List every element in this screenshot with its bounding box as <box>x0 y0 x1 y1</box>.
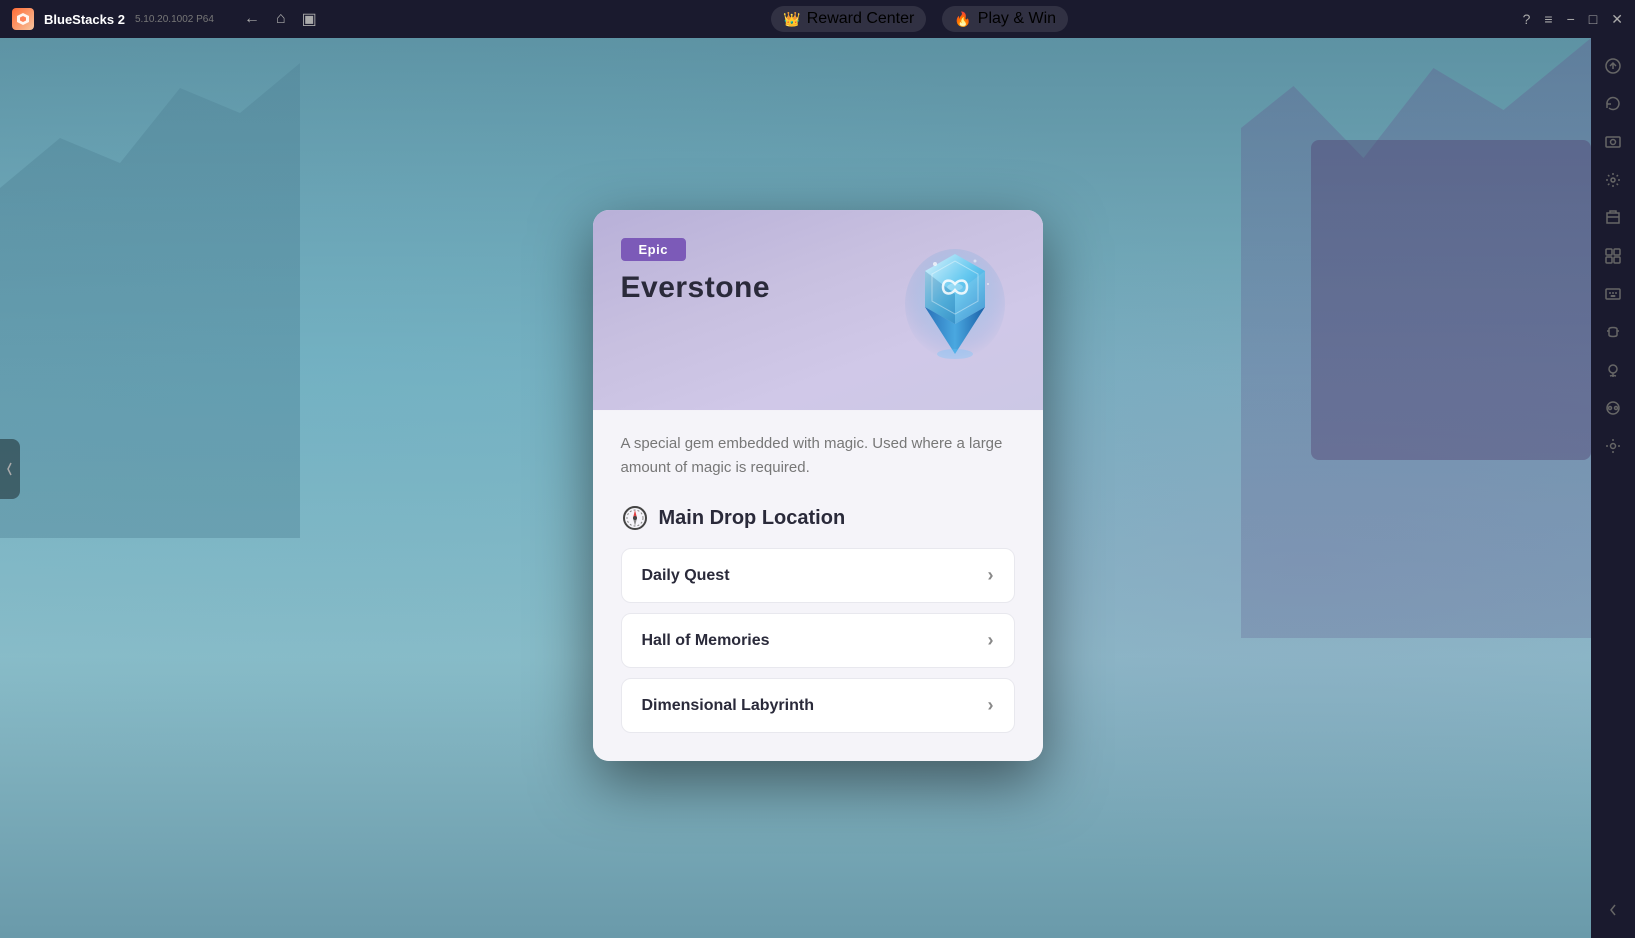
titlebar-right: ? ≡ − □ ✕ <box>1523 11 1623 28</box>
menu-button[interactable]: ≡ <box>1544 11 1552 27</box>
minimize-button[interactable]: − <box>1567 11 1575 27</box>
card-header: Epic Everstone <box>593 210 1043 410</box>
location-name-2: Dimensional Labyrinth <box>642 697 814 715</box>
sidebar-icon-5[interactable] <box>1595 200 1631 236</box>
drop-location-header: Main Drop Location <box>621 504 1015 532</box>
location-list: Daily Quest › Hall of Memories › Dimensi… <box>621 548 1015 733</box>
flame-icon: 🔥 <box>954 11 971 28</box>
location-name-1: Hall of Memories <box>642 632 770 650</box>
titlebar-center: 👑 Reward Center 🔥 Play & Win <box>771 6 1068 32</box>
play-and-win-button[interactable]: 🔥 Play & Win <box>942 6 1068 32</box>
chevron-right-icon-0: › <box>988 565 994 586</box>
bg-panel-right <box>1311 140 1591 460</box>
card-backdrop: Epic Everstone <box>593 210 1043 761</box>
item-card: Epic Everstone <box>593 210 1043 761</box>
play-and-win-label: Play & Win <box>978 10 1056 28</box>
location-item-2[interactable]: Dimensional Labyrinth › <box>621 678 1015 733</box>
sidebar-icon-4[interactable] <box>1595 162 1631 198</box>
location-item-0[interactable]: Daily Quest › <box>621 548 1015 603</box>
sidebar-icon-collapse[interactable] <box>1595 892 1631 928</box>
compass-icon <box>621 504 649 532</box>
back-button[interactable]: ← <box>244 10 260 28</box>
reward-center-button[interactable]: 👑 Reward Center <box>771 6 926 32</box>
left-sidebar-toggle[interactable] <box>0 439 20 499</box>
chevron-right-icon-1: › <box>988 630 994 651</box>
rarity-badge: Epic <box>621 238 686 261</box>
maximize-button[interactable]: □ <box>1589 11 1597 27</box>
right-sidebar <box>1591 38 1635 938</box>
sidebar-icon-9[interactable] <box>1595 352 1631 388</box>
sidebar-icon-2[interactable] <box>1595 86 1631 122</box>
home-button[interactable]: ⌂ <box>276 10 286 28</box>
sidebar-icon-6[interactable] <box>1595 238 1631 274</box>
item-gem-icon <box>895 234 1015 374</box>
sidebar-icon-7[interactable] <box>1595 276 1631 312</box>
reward-center-label: Reward Center <box>807 10 915 28</box>
sidebar-icon-10[interactable] <box>1595 390 1631 426</box>
version-label: 5.10.20.1002 P64 <box>135 14 214 25</box>
card-body: A special gem embedded with magic. Used … <box>593 410 1043 761</box>
bluestacks-logo <box>12 8 34 30</box>
location-item-1[interactable]: Hall of Memories › <box>621 613 1015 668</box>
titlebar-nav: ← ⌂ ▣ <box>244 9 317 29</box>
sidebar-icon-1[interactable] <box>1595 48 1631 84</box>
help-button[interactable]: ? <box>1523 11 1531 27</box>
chevron-right-icon-2: › <box>988 695 994 716</box>
drop-location-title: Main Drop Location <box>659 507 846 530</box>
close-button[interactable]: ✕ <box>1611 11 1623 28</box>
item-description: A special gem embedded with magic. Used … <box>621 432 1015 480</box>
crown-icon: 👑 <box>783 11 800 28</box>
titlebar: BlueStacks 2 5.10.20.1002 P64 ← ⌂ ▣ 👑 Re… <box>0 0 1635 38</box>
titlebar-left: BlueStacks 2 5.10.20.1002 P64 ← ⌂ ▣ <box>12 8 317 30</box>
app-name: BlueStacks 2 <box>44 12 125 27</box>
sidebar-icon-settings[interactable] <box>1595 428 1631 464</box>
sidebar-icon-8[interactable] <box>1595 314 1631 350</box>
window-button[interactable]: ▣ <box>302 9 317 29</box>
location-name-0: Daily Quest <box>642 567 730 585</box>
sidebar-icon-3[interactable] <box>1595 124 1631 160</box>
